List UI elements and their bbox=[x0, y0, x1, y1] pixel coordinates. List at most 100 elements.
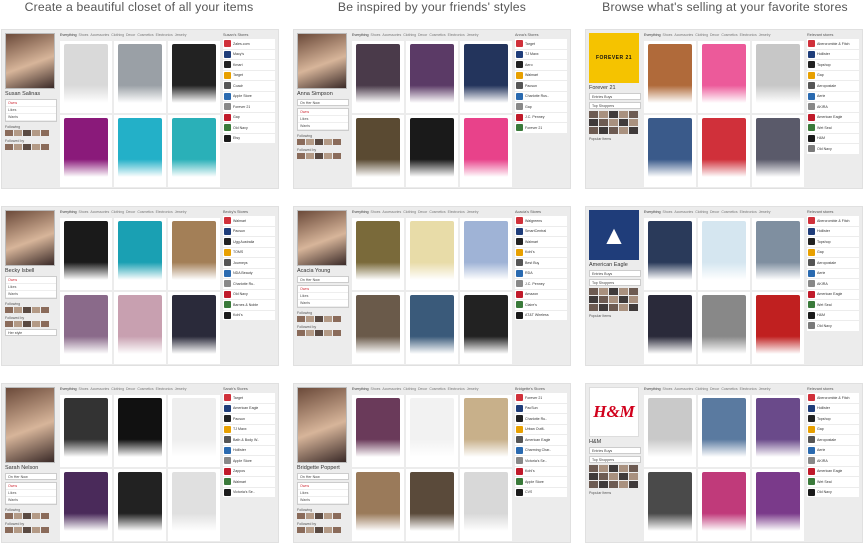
nav-item[interactable]: Shoes bbox=[79, 33, 89, 37]
likes-tab[interactable]: Likes bbox=[298, 293, 348, 300]
item-tile[interactable] bbox=[60, 292, 112, 364]
followed-by-label[interactable]: Followed by bbox=[5, 316, 57, 320]
item-tile[interactable] bbox=[460, 395, 512, 467]
item-tile[interactable] bbox=[406, 115, 458, 187]
store-row[interactable]: Kohl's bbox=[515, 247, 567, 257]
store-row[interactable]: Hollister bbox=[807, 226, 859, 236]
item-tile[interactable] bbox=[114, 41, 166, 113]
item-tile[interactable] bbox=[752, 292, 804, 364]
item-tile[interactable] bbox=[60, 115, 112, 187]
store-row[interactable]: Charlotte Ru.. bbox=[223, 279, 275, 289]
store-row[interactable]: Victoria's Se.. bbox=[223, 487, 275, 497]
store-row[interactable]: Kmart bbox=[223, 60, 275, 70]
store-row[interactable]: Charlotte Ru.. bbox=[515, 414, 567, 424]
item-tile[interactable] bbox=[60, 395, 112, 467]
nav-item[interactable]: Jewelry bbox=[175, 387, 187, 391]
item-tile[interactable] bbox=[406, 292, 458, 364]
nav-item[interactable]: Jewelry bbox=[467, 33, 479, 37]
nav-item[interactable]: Jewelry bbox=[175, 210, 187, 214]
owns-tab[interactable]: Owns bbox=[6, 483, 56, 490]
item-tile[interactable] bbox=[114, 292, 166, 364]
store-row[interactable]: Aeropostale bbox=[807, 81, 859, 91]
on-her-now-button[interactable]: On Her Now bbox=[5, 473, 57, 480]
store-row[interactable]: Kohl's bbox=[223, 310, 275, 320]
following-label[interactable]: Following bbox=[297, 508, 349, 512]
store-row[interactable]: AKIRA bbox=[807, 102, 859, 112]
store-row[interactable]: Journeys bbox=[223, 258, 275, 268]
nav-item[interactable]: Everything bbox=[644, 387, 661, 391]
store-row[interactable]: Topshop bbox=[807, 414, 859, 424]
store-row[interactable]: Aerie bbox=[807, 445, 859, 455]
her-style-button[interactable]: Her style bbox=[5, 329, 57, 336]
store-name[interactable]: American Eagle bbox=[589, 262, 641, 268]
store-row[interactable]: Hollister bbox=[807, 403, 859, 413]
nav-item[interactable]: Clothing bbox=[111, 33, 124, 37]
item-tile[interactable] bbox=[460, 41, 512, 113]
store-row[interactable]: Pacsun bbox=[223, 226, 275, 236]
nav-item[interactable]: Clothing bbox=[403, 210, 416, 214]
store-row[interactable]: CVS bbox=[515, 487, 567, 497]
store-row[interactable]: Pacsun bbox=[223, 414, 275, 424]
store-row[interactable]: Walmart bbox=[515, 70, 567, 80]
item-tile[interactable] bbox=[752, 395, 804, 467]
nav-item[interactable]: Everything bbox=[352, 387, 369, 391]
owns-tab[interactable]: Owns bbox=[298, 286, 348, 293]
entries-buys-dropdown[interactable]: Entries Buys bbox=[589, 447, 641, 454]
item-tile[interactable] bbox=[168, 218, 220, 290]
store-row[interactable]: Walmart bbox=[223, 477, 275, 487]
follower-thumbnails[interactable] bbox=[297, 330, 349, 336]
nav-item[interactable]: Electronics bbox=[156, 210, 173, 214]
nav-item[interactable]: Clothing bbox=[111, 210, 124, 214]
store-row[interactable]: NDA Beauty bbox=[223, 268, 275, 278]
friend-thumbnails[interactable] bbox=[297, 139, 349, 145]
following-label[interactable]: Following bbox=[5, 508, 57, 512]
item-tile[interactable] bbox=[644, 469, 696, 541]
store-row[interactable]: Walmart bbox=[223, 216, 275, 226]
friend-thumbnails[interactable] bbox=[5, 130, 57, 136]
nav-item[interactable]: Accessories bbox=[382, 387, 401, 391]
top-shoppers-grid[interactable] bbox=[589, 111, 641, 134]
store-row[interactable]: Gap bbox=[807, 247, 859, 257]
item-tile[interactable] bbox=[352, 469, 404, 541]
profile-photo[interactable] bbox=[5, 387, 55, 463]
store-row[interactable]: Amazon bbox=[515, 289, 567, 299]
item-tile[interactable] bbox=[644, 292, 696, 364]
item-tile[interactable] bbox=[698, 218, 750, 290]
nav-item[interactable]: Shoes bbox=[79, 387, 89, 391]
likes-tab[interactable]: Likes bbox=[6, 107, 56, 114]
store-row[interactable]: Aerie bbox=[807, 91, 859, 101]
followed-by-label[interactable]: Followed by bbox=[5, 139, 57, 143]
store-row[interactable]: Abercrombie & Fitch bbox=[807, 216, 859, 226]
nav-item[interactable]: Accessories bbox=[90, 210, 109, 214]
item-tile[interactable] bbox=[352, 41, 404, 113]
nav-item[interactable]: Electronics bbox=[740, 33, 757, 37]
friend-thumbnails[interactable] bbox=[297, 316, 349, 322]
store-row[interactable]: Ugg Australia bbox=[223, 237, 275, 247]
follower-thumbnails[interactable] bbox=[5, 527, 57, 533]
nav-item[interactable]: Jewelry bbox=[467, 387, 479, 391]
store-row[interactable]: J.C. Penney bbox=[515, 279, 567, 289]
store-row[interactable]: American Eagle bbox=[807, 112, 859, 122]
nav-item[interactable]: Shoes bbox=[371, 387, 381, 391]
store-row[interactable]: Barnes & Noble bbox=[223, 300, 275, 310]
store-row[interactable]: Apple Store bbox=[515, 477, 567, 487]
item-tile[interactable] bbox=[114, 395, 166, 467]
item-tile[interactable] bbox=[460, 292, 512, 364]
following-label[interactable]: Following bbox=[297, 134, 349, 138]
nav-item[interactable]: Electronics bbox=[448, 33, 465, 37]
nav-item[interactable]: Shoes bbox=[371, 210, 381, 214]
nav-item[interactable]: Accessories bbox=[382, 210, 401, 214]
store-logo[interactable]: ▲ bbox=[589, 210, 639, 260]
item-tile[interactable] bbox=[352, 292, 404, 364]
following-label[interactable]: Following bbox=[5, 125, 57, 129]
store-row[interactable]: Macy's bbox=[223, 49, 275, 59]
followed-by-label[interactable]: Followed by bbox=[297, 522, 349, 526]
profile-photo[interactable] bbox=[5, 33, 55, 89]
nav-item[interactable]: Jewelry bbox=[175, 33, 187, 37]
nav-item[interactable]: Electronics bbox=[448, 387, 465, 391]
item-tile[interactable] bbox=[698, 469, 750, 541]
item-tile[interactable] bbox=[168, 292, 220, 364]
nav-item[interactable]: Cosmetics bbox=[429, 33, 445, 37]
item-tile[interactable] bbox=[168, 41, 220, 113]
store-row[interactable]: Topshop bbox=[807, 60, 859, 70]
